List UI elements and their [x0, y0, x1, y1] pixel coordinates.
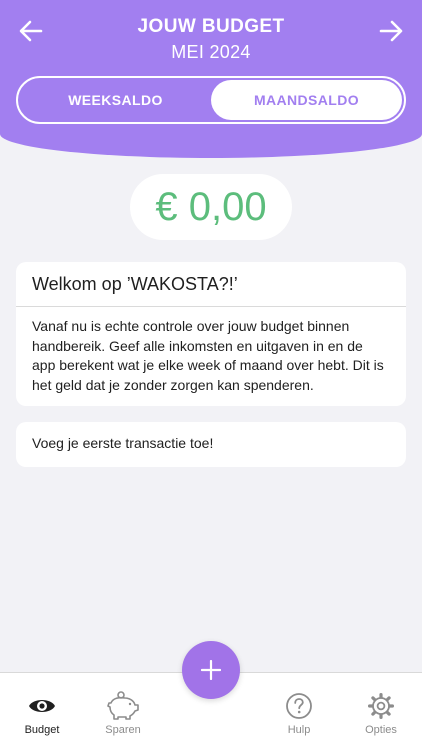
first-transaction-card[interactable]: Voeg je eerste transactie toe! [16, 422, 406, 467]
tab-hulp[interactable]: Hulp [259, 673, 339, 750]
tab-sparen-label: Sparen [105, 724, 141, 736]
arrow-right-icon [379, 20, 403, 42]
welcome-card-title: Welkom op ’WAKOSTA?!’ [16, 262, 406, 307]
balance-period-toggle: WEEKSALDO MAANDSALDO [16, 76, 406, 124]
plus-icon [201, 660, 221, 680]
piggy-bank-icon [107, 691, 139, 720]
next-month-button[interactable] [376, 16, 406, 46]
add-transaction-button[interactable] [182, 641, 240, 699]
tab-budget[interactable]: Budget [2, 673, 82, 750]
tab-maandsaldo[interactable]: MAANDSALDO [211, 80, 402, 120]
tab-opties-label: Opties [365, 724, 397, 736]
welcome-card-body: Vanaf nu is echte controle over jouw bud… [32, 318, 384, 393]
tab-opties[interactable]: Opties [341, 673, 421, 750]
tab-weeksaldo[interactable]: WEEKSALDO [20, 80, 211, 120]
budget-screen: JOUW BUDGET MEI 2024 WEEKSALDO MAANDSALD… [0, 0, 422, 750]
period-label: MEI 2024 [171, 42, 251, 62]
gear-icon [367, 692, 394, 719]
eye-icon [29, 700, 55, 712]
welcome-card: Welkom op ’WAKOSTA?!’ Vanaf nu is echte … [16, 262, 406, 406]
tab-budget-label: Budget [24, 724, 60, 736]
page-title: JOUW BUDGET [137, 16, 285, 37]
tab-sparen[interactable]: Sparen [83, 673, 163, 750]
tab-hulp-label: Hulp [287, 724, 311, 736]
header: JOUW BUDGET MEI 2024 WEEKSALDO MAANDSALD… [0, 0, 422, 158]
balance-amount: € 0,00 [130, 174, 292, 240]
help-icon [286, 693, 312, 719]
